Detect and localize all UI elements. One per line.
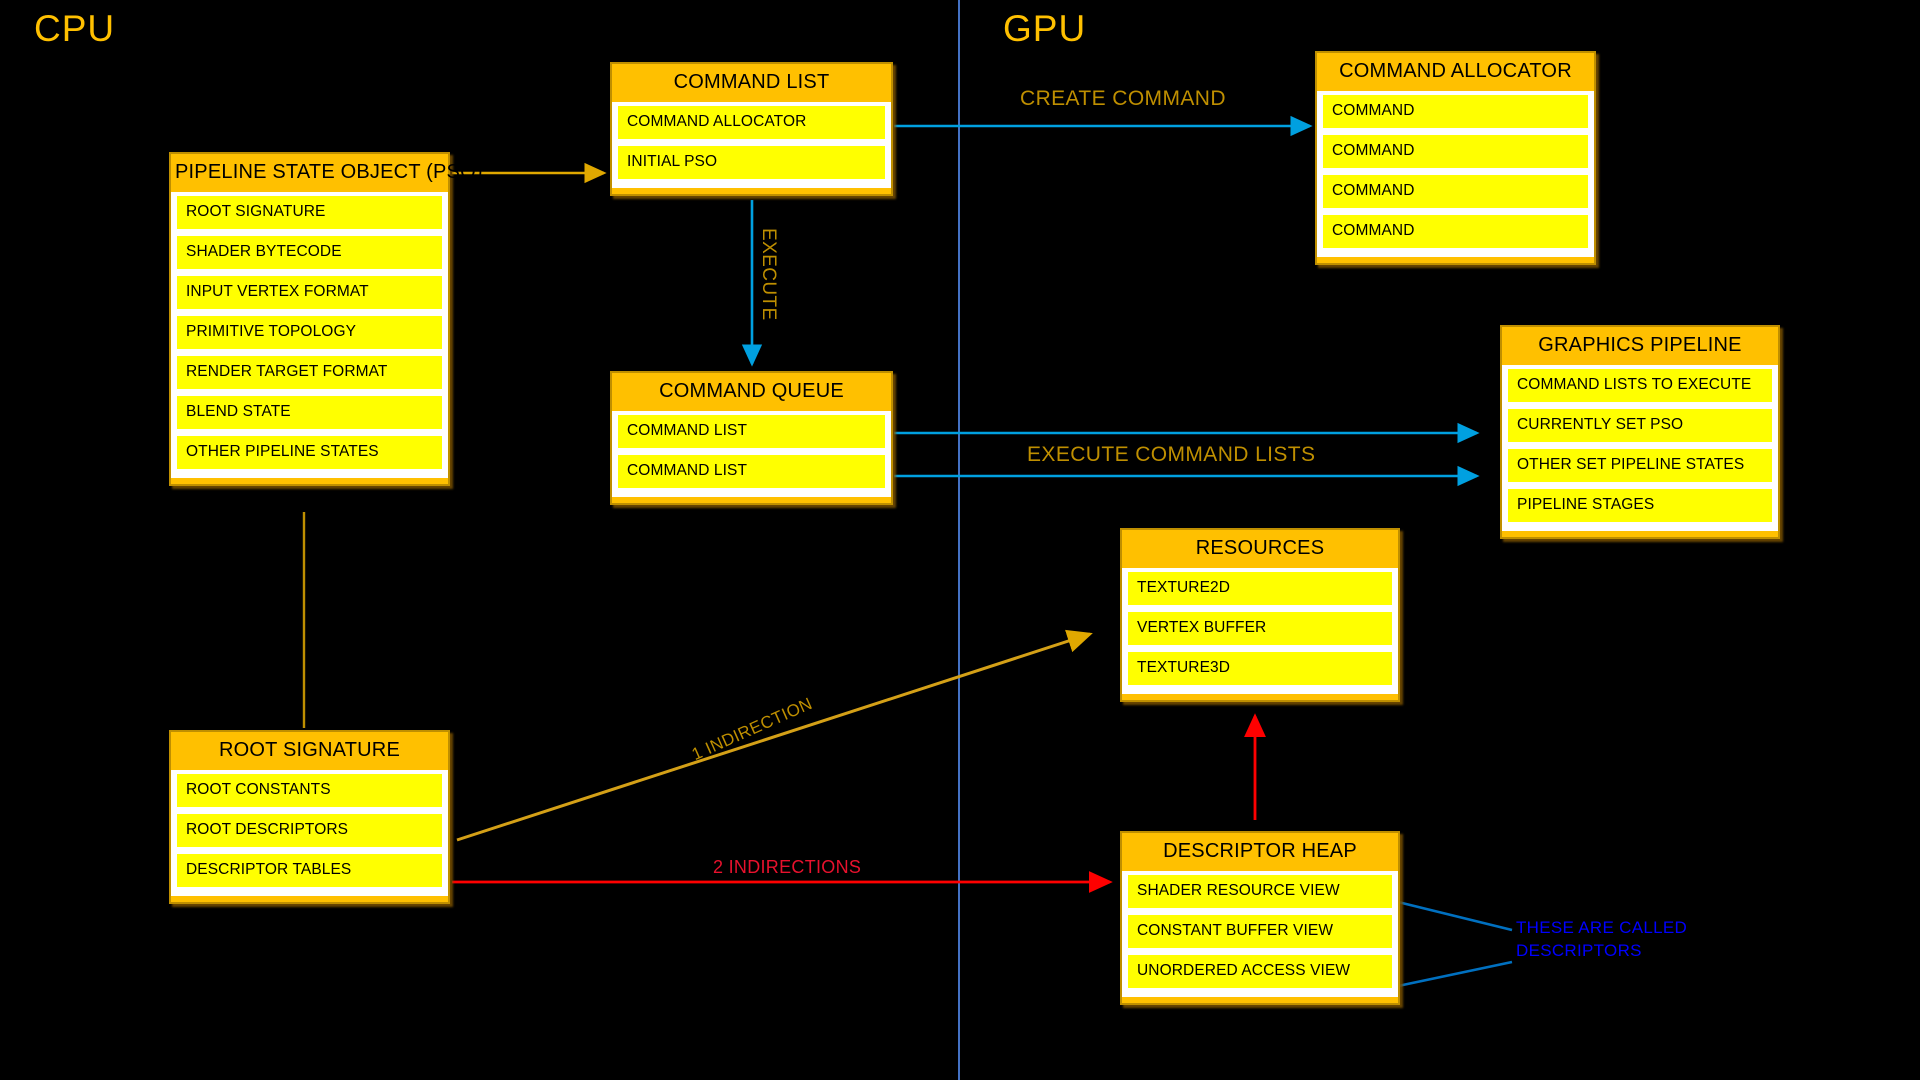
node-row[interactable]: ROOT DESCRIPTORS [177, 814, 442, 847]
node-row[interactable]: TEXTURE3D [1128, 652, 1392, 685]
node-row[interactable]: UNORDERED ACCESS VIEW [1128, 955, 1392, 988]
node-row[interactable]: PRIMITIVE TOPOLOGY [177, 316, 442, 349]
callout-line-upper [1397, 900, 1513, 932]
diagram-canvas: CPU GPU PIPELINE STATE OBJECT (PSO) ROOT… [0, 0, 1920, 1080]
node-body-descriptor-heap: SHADER RESOURCE VIEW CONSTANT BUFFER VIE… [1122, 871, 1398, 997]
node-row[interactable]: COMMAND LISTS TO EXECUTE [1508, 369, 1772, 402]
edge-label-execute-command-lists: EXECUTE COMMAND LISTS [1027, 443, 1316, 466]
node-pipeline-state-object[interactable]: PIPELINE STATE OBJECT (PSO) ROOT SIGNATU… [169, 152, 483, 486]
edge-label-execute: EXECUTE [758, 228, 779, 321]
node-row[interactable]: ROOT SIGNATURE [177, 196, 442, 229]
node-row[interactable]: ROOT CONSTANTS [177, 774, 442, 807]
edge-label-one-indirection: 1 INDIRECTION [688, 693, 816, 765]
node-row[interactable]: CONSTANT BUFFER VIEW [1128, 915, 1392, 948]
node-row[interactable]: COMMAND ALLOCATOR [618, 106, 885, 139]
edge-label-create-command: CREATE COMMAND [1020, 87, 1226, 110]
node-row[interactable]: INPUT VERTEX FORMAT [177, 276, 442, 309]
node-command-queue[interactable]: COMMAND QUEUE COMMAND LIST COMMAND LIST [610, 371, 893, 505]
node-command-allocator[interactable]: COMMAND ALLOCATOR COMMAND COMMAND COMMAN… [1315, 51, 1596, 265]
node-title-root-signature: ROOT SIGNATURE [219, 739, 400, 761]
node-resources[interactable]: RESOURCES TEXTURE2D VERTEX BUFFER TEXTUR… [1120, 528, 1400, 702]
node-row[interactable]: COMMAND LIST [618, 415, 885, 448]
node-body-root-signature: ROOT CONSTANTS ROOT DESCRIPTORS DESCRIPT… [171, 770, 448, 896]
cpu-gpu-divider [958, 0, 960, 1080]
node-row[interactable]: COMMAND [1323, 215, 1588, 248]
node-body-pso: ROOT SIGNATURE SHADER BYTECODE INPUT VER… [171, 192, 448, 478]
node-row[interactable]: OTHER SET PIPELINE STATES [1508, 449, 1772, 482]
node-title-command-queue: COMMAND QUEUE [659, 380, 844, 402]
node-row[interactable]: SHADER BYTECODE [177, 236, 442, 269]
node-root-signature[interactable]: ROOT SIGNATURE ROOT CONSTANTS ROOT DESCR… [169, 730, 450, 904]
node-title-descriptor-heap: DESCRIPTOR HEAP [1163, 840, 1357, 862]
node-descriptor-heap[interactable]: DESCRIPTOR HEAP SHADER RESOURCE VIEW CON… [1120, 831, 1400, 1005]
node-body-command-queue: COMMAND LIST COMMAND LIST [612, 411, 891, 497]
zone-label-gpu: GPU [1003, 8, 1087, 49]
node-body-command-allocator: COMMAND COMMAND COMMAND COMMAND [1317, 91, 1594, 257]
node-row[interactable]: VERTEX BUFFER [1128, 612, 1392, 645]
node-row[interactable]: COMMAND [1323, 95, 1588, 128]
node-row[interactable]: OTHER PIPELINE STATES [177, 436, 442, 469]
zone-label-cpu: CPU [34, 8, 116, 49]
node-row[interactable]: DESCRIPTOR TABLES [177, 854, 442, 887]
node-body-command-list: COMMAND ALLOCATOR INITIAL PSO [612, 102, 891, 188]
node-row[interactable]: CURRENTLY SET PSO [1508, 409, 1772, 442]
node-row[interactable]: COMMAND LIST [618, 455, 885, 488]
node-row[interactable]: COMMAND [1323, 175, 1588, 208]
node-row[interactable]: RENDER TARGET FORMAT [177, 356, 442, 389]
edge-label-two-indirections: 2 INDIRECTIONS [713, 857, 862, 877]
node-body-resources: TEXTURE2D VERTEX BUFFER TEXTURE3D [1122, 568, 1398, 694]
node-row[interactable]: BLEND STATE [177, 396, 442, 429]
annotation-these-are-called-descriptors: THESE ARE CALLED DESCRIPTORS [1516, 918, 1688, 960]
node-row[interactable]: PIPELINE STAGES [1508, 489, 1772, 522]
node-graphics-pipeline[interactable]: GRAPHICS PIPELINE COMMAND LISTS TO EXECU… [1500, 325, 1780, 539]
node-row[interactable]: TEXTURE2D [1128, 572, 1392, 605]
node-title-graphics-pipeline: GRAPHICS PIPELINE [1538, 334, 1742, 356]
node-title-command-list: COMMAND LIST [673, 71, 830, 93]
node-row[interactable]: SHADER RESOURCE VIEW [1128, 875, 1392, 908]
node-body-graphics-pipeline: COMMAND LISTS TO EXECUTE CURRENTLY SET P… [1502, 365, 1778, 531]
arrow-one-indirection [456, 629, 1093, 842]
node-row[interactable]: INITIAL PSO [618, 146, 885, 179]
node-command-list[interactable]: COMMAND LIST COMMAND ALLOCATOR INITIAL P… [610, 62, 893, 196]
node-title-pso: PIPELINE STATE OBJECT (PSO) [175, 161, 483, 183]
node-row[interactable]: COMMAND [1323, 135, 1588, 168]
node-title-resources: RESOURCES [1195, 537, 1325, 559]
node-title-command-allocator: COMMAND ALLOCATOR [1339, 60, 1572, 82]
callout-line-lower [1397, 960, 1513, 988]
